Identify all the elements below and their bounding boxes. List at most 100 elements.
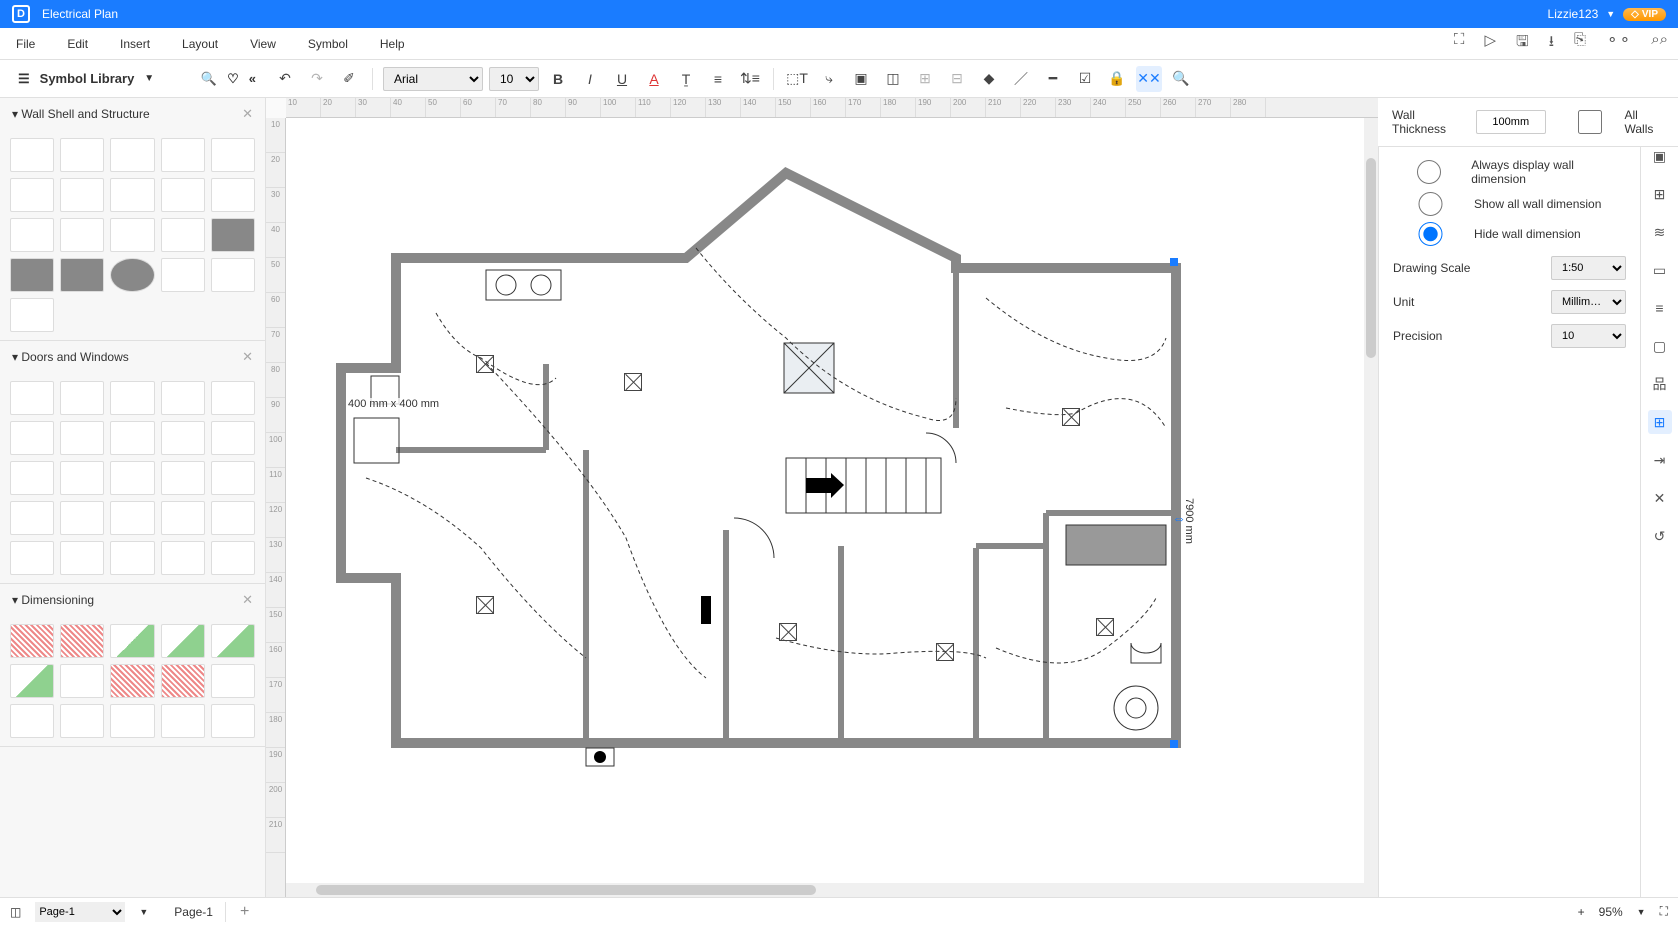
symbol-item[interactable]	[60, 501, 104, 535]
close-icon[interactable]: ✕	[242, 106, 253, 122]
symbol-item[interactable]	[10, 624, 54, 658]
ceiling-light-icon[interactable]	[936, 643, 954, 661]
symbol-item[interactable]	[211, 421, 255, 455]
textbox-button[interactable]: ⬚T	[784, 66, 810, 92]
library-dropdown-icon[interactable]: ▼	[144, 73, 154, 84]
lib-wall-header[interactable]: ▾ Wall Shell and Structure ✕	[0, 98, 265, 130]
font-family-select[interactable]: Arial	[383, 67, 483, 91]
symbol-item[interactable]	[10, 704, 54, 738]
line-spacing-button[interactable]: ⇅≡	[737, 66, 763, 92]
lock-button[interactable]: 🔒	[1104, 66, 1130, 92]
undo-button[interactable]: ↶	[272, 66, 298, 92]
distribute-panel-icon[interactable]: ✕	[1648, 486, 1672, 510]
symbol-item[interactable]	[211, 138, 255, 172]
bold-button[interactable]: B	[545, 66, 571, 92]
floorplan-panel-icon[interactable]: ⊞	[1648, 410, 1672, 434]
symbol-item[interactable]	[10, 664, 54, 698]
group-button[interactable]: ⊞	[912, 66, 938, 92]
symbol-item[interactable]	[110, 218, 154, 252]
symbol-item[interactable]	[161, 381, 205, 415]
align-panel-icon[interactable]: ⇥	[1648, 448, 1672, 472]
page-select[interactable]: Page-1	[35, 902, 125, 922]
save-icon[interactable]: 🖫	[1516, 31, 1529, 56]
ceiling-light-icon[interactable]	[476, 355, 494, 373]
symbol-item[interactable]	[161, 218, 205, 252]
page-tab[interactable]: Page-1	[162, 902, 226, 922]
symbol-item[interactable]	[60, 624, 104, 658]
layers-panel-icon[interactable]: ≋	[1648, 220, 1672, 244]
symbol-item[interactable]	[110, 138, 154, 172]
symbol-item[interactable]	[161, 664, 205, 698]
drawing-scale-select[interactable]: 1:50	[1551, 256, 1626, 280]
menu-layout[interactable]: Layout	[182, 37, 218, 51]
radio-always-display[interactable]	[1393, 160, 1465, 184]
symbol-item[interactable]	[10, 138, 54, 172]
symbol-item[interactable]	[10, 541, 54, 575]
symbol-item[interactable]	[211, 624, 255, 658]
zoom-dropdown-icon[interactable]: ▼	[1637, 907, 1646, 917]
add-page-button[interactable]: +	[240, 903, 249, 921]
tools-button[interactable]: ✕✕	[1136, 66, 1162, 92]
zoom-in-button[interactable]: +	[1578, 905, 1585, 919]
grid-panel-icon[interactable]: ⊞	[1648, 182, 1672, 206]
menu-help[interactable]: Help	[380, 37, 405, 51]
symbol-item[interactable]	[161, 421, 205, 455]
ceiling-light-icon[interactable]	[1062, 408, 1080, 426]
lib-dimensioning-header[interactable]: ▾ Dimensioning ✕	[0, 584, 265, 616]
play-icon[interactable]: ▷	[1484, 31, 1496, 56]
horizontal-scrollbar[interactable]	[286, 883, 1364, 897]
symbol-item[interactable]	[60, 421, 104, 455]
symbol-item[interactable]	[10, 258, 54, 292]
resize-handle-icon[interactable]: ⇔	[1172, 510, 1186, 526]
symbol-item[interactable]	[60, 461, 104, 495]
symbol-item[interactable]	[10, 461, 54, 495]
symbol-item[interactable]	[110, 704, 154, 738]
symbol-item[interactable]	[211, 258, 255, 292]
symbol-item[interactable]	[161, 461, 205, 495]
fill-button[interactable]: ◆	[976, 66, 1002, 92]
radio-show-all[interactable]	[1393, 192, 1468, 216]
download-icon[interactable]: ⭳	[1549, 31, 1554, 56]
floor-plan[interactable]	[286, 118, 1286, 878]
vip-badge[interactable]: ◇ VIP	[1623, 8, 1666, 21]
zoom-value[interactable]: 95%	[1599, 905, 1623, 919]
user-dropdown-icon[interactable]: ▼	[1606, 9, 1615, 19]
canvas-area[interactable]: 1020304050607080901001101201301401501601…	[266, 98, 1378, 897]
symbol-item[interactable]	[60, 704, 104, 738]
symbol-item[interactable]	[110, 541, 154, 575]
connector-button[interactable]: ⤷	[816, 66, 842, 92]
lib-doors-header[interactable]: ▾ Doors and Windows ✕	[0, 341, 265, 373]
ceiling-light-icon[interactable]	[1096, 618, 1114, 636]
container-button[interactable]: ◫	[880, 66, 906, 92]
fullscreen-icon[interactable]: ⛶	[1454, 31, 1465, 56]
line-color-button[interactable]: ／	[1008, 66, 1034, 92]
close-icon[interactable]: ✕	[242, 349, 253, 365]
text-case-button[interactable]: Ṯ	[673, 66, 699, 92]
symbol-item[interactable]	[161, 501, 205, 535]
binoculars-icon[interactable]: ⌕⌕	[1651, 31, 1668, 56]
history-panel-icon[interactable]: ↺	[1648, 524, 1672, 548]
align-button[interactable]: ≡	[705, 66, 731, 92]
menu-view[interactable]: View	[250, 37, 276, 51]
menu-insert[interactable]: Insert	[120, 37, 150, 51]
selection-handle[interactable]	[1170, 258, 1178, 266]
symbol-item[interactable]	[161, 178, 205, 212]
menu-edit[interactable]: Edit	[67, 37, 88, 51]
italic-button[interactable]: I	[577, 66, 603, 92]
library-favorite-icon[interactable]: ♡	[227, 71, 239, 87]
ungroup-button[interactable]: ⊟	[944, 66, 970, 92]
symbol-item[interactable]	[211, 541, 255, 575]
export-icon[interactable]: ⎘	[1574, 31, 1586, 56]
library-search-icon[interactable]: 🔍	[201, 71, 217, 87]
pages-icon[interactable]: ◫	[10, 905, 21, 919]
arrange-panel-icon[interactable]: ▭	[1648, 258, 1672, 282]
symbol-item[interactable]	[110, 178, 154, 212]
precision-select[interactable]: 10	[1551, 324, 1626, 348]
symbol-item[interactable]	[211, 218, 255, 252]
selection-handle[interactable]	[1170, 740, 1178, 748]
symbol-item[interactable]	[110, 624, 154, 658]
page-panel-icon[interactable]: ▣	[1648, 144, 1672, 168]
symbol-item[interactable]	[10, 381, 54, 415]
symbol-item[interactable]	[10, 218, 54, 252]
font-size-select[interactable]: 10	[489, 67, 539, 91]
